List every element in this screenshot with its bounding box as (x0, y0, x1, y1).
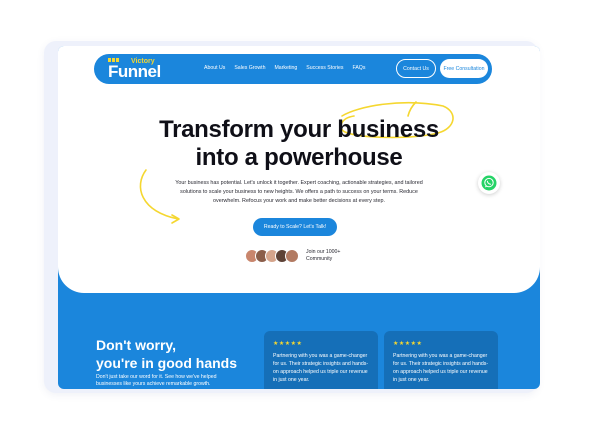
section-description: Don't just take our word for it. See how… (96, 374, 217, 387)
testimonial-card: ★★★★★ Partnering with you was a game-cha… (384, 331, 498, 389)
hero-title: Transform your business into a powerhous… (58, 116, 540, 172)
rating-stars-icon: ★★★★★ (393, 341, 423, 347)
community-text: Join our 1000+ Community (306, 249, 340, 263)
testimonial-card: ★★★★★ Partnering with you was a game-cha… (264, 331, 378, 389)
section-heading-line-1: Don't worry, (96, 337, 177, 353)
testimonial-quote: Partnering with you was a game-changer f… (393, 353, 489, 383)
community-text-line-1: Join our 1000+ (306, 249, 341, 255)
hero-description: Your business has potential. Let's unloc… (175, 180, 423, 204)
rating-stars-icon: ★★★★★ (273, 341, 303, 347)
testimonial-quote: Partnering with you was a game-changer f… (273, 353, 369, 383)
hero-title-line-1: Transform your business (159, 116, 439, 143)
whatsapp-icon (481, 175, 497, 191)
whatsapp-button[interactable] (478, 172, 500, 194)
hero-panel: Funnel Victory About Us Sales Growth Mar… (58, 46, 540, 293)
community-text-line-2: Community (306, 256, 333, 262)
avatar (285, 249, 299, 263)
section-heading: Don't worry, you're in good hands (96, 336, 237, 372)
scale-cta-button[interactable]: Ready to Scale? Let's Talk! (253, 218, 337, 236)
community-avatars (245, 249, 301, 263)
hero-title-line-2: into a powerhouse (195, 144, 403, 171)
section-heading-line-2: you're in good hands (96, 355, 237, 371)
website-screen: Funnel Victory About Us Sales Growth Mar… (58, 46, 540, 389)
